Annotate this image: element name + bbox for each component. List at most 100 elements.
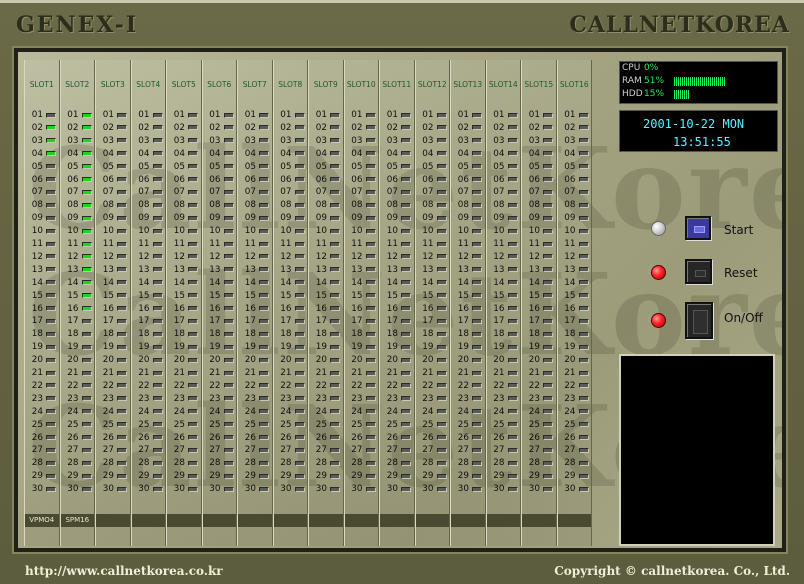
- port-number: 11: [422, 239, 434, 249]
- port-number: 23: [351, 393, 363, 404]
- port-led: [472, 138, 482, 144]
- port-row: 13: [206, 264, 234, 276]
- port-row: 13: [454, 264, 482, 276]
- port-number: 12: [315, 251, 327, 262]
- port-led: [152, 318, 163, 324]
- port-led: [46, 396, 56, 402]
- port-led: [472, 422, 482, 428]
- port-led: [46, 473, 56, 479]
- port-row: 11: [525, 238, 553, 250]
- port-row: 26: [419, 432, 447, 444]
- port-number: 08: [31, 200, 43, 211]
- port-number: 24: [422, 406, 434, 417]
- port-number: 19: [315, 342, 327, 353]
- port-number: 29: [457, 471, 469, 482]
- port-led: [507, 189, 518, 195]
- port-row: 14: [383, 277, 411, 289]
- port-number: 09: [280, 213, 292, 224]
- port-led: [543, 486, 553, 492]
- port-number: 23: [315, 393, 327, 404]
- port-number: 05: [493, 161, 505, 172]
- port-led: [472, 112, 482, 118]
- port-row: 03: [312, 135, 340, 147]
- port-row: 15: [490, 290, 518, 302]
- port-row: 20: [383, 354, 411, 366]
- port-number: 09: [528, 213, 540, 224]
- slot-column: SLOT15 01 02 03 04 05 06 07 08 09 10 11 12 13 14 15 16 17…: [521, 60, 557, 546]
- port-led: [330, 189, 340, 195]
- power-switch[interactable]: [685, 302, 713, 339]
- port-row: 12: [277, 251, 305, 263]
- port-number: 17: [280, 316, 292, 327]
- port-row: 21: [312, 367, 340, 379]
- port-number: 20: [244, 355, 256, 366]
- reset-button[interactable]: [685, 259, 712, 284]
- port-row: 01: [454, 109, 482, 121]
- port-led: [223, 318, 234, 324]
- port-number: 15: [173, 290, 185, 301]
- port-row: 21: [135, 367, 163, 379]
- port-led: [436, 318, 447, 324]
- port-row: 20: [28, 354, 56, 366]
- start-button[interactable]: [685, 216, 711, 240]
- port-number: 26: [528, 432, 540, 443]
- port-number: 10: [493, 226, 505, 237]
- port-number: 02: [351, 122, 363, 133]
- port-number: 09: [209, 213, 221, 224]
- port-row: 04: [454, 148, 482, 160]
- slot-column: SLOT1 01 02 03 04 05 06 07 08 09 10 11 12 13 14 15 16 17 1…: [24, 60, 60, 546]
- port-number: 19: [422, 342, 434, 353]
- port-number: 10: [351, 226, 363, 237]
- port-row: 01: [241, 109, 269, 121]
- port-led: [223, 422, 234, 428]
- port-number: 15: [102, 290, 114, 301]
- port-row: 02: [206, 122, 234, 134]
- port-number: 14: [244, 277, 256, 288]
- port-row: 05: [561, 161, 589, 173]
- port-led: [223, 138, 234, 144]
- port-number: 26: [457, 432, 469, 443]
- slot-column: SLOT8 01 02 03 04 05 06 07 08 09 10 11 12 13 14 15 16 17 1…: [272, 60, 308, 546]
- port-led: [578, 138, 589, 144]
- port-led: [81, 254, 92, 260]
- port-number: 13: [280, 264, 292, 275]
- port-row: 27: [348, 444, 376, 456]
- port-row: 06: [170, 174, 198, 186]
- port-number: 05: [209, 161, 221, 172]
- port-led: [472, 202, 482, 208]
- port-number: 03: [315, 135, 327, 146]
- port-led: [365, 473, 376, 479]
- port-led: [578, 357, 589, 363]
- port-number: 27: [244, 445, 256, 456]
- port-led: [188, 409, 198, 415]
- date-text: 2001-10-22 MON: [643, 117, 745, 131]
- port-led: [507, 112, 518, 118]
- port-led: [294, 383, 305, 389]
- port-number: 09: [31, 213, 43, 224]
- port-row: 08: [99, 199, 127, 211]
- slot-card-label: [131, 514, 165, 527]
- port-row: 18: [99, 328, 127, 340]
- port-number: 17: [244, 316, 256, 327]
- port-number: 21: [528, 368, 540, 378]
- port-number: 30: [351, 484, 363, 495]
- port-number: 07: [528, 187, 540, 198]
- port-row: 14: [99, 277, 127, 289]
- port-led: [259, 177, 269, 182]
- port-number: 08: [564, 200, 576, 211]
- port-led: [259, 422, 269, 428]
- port-row: 08: [241, 199, 269, 211]
- port-number: 23: [244, 393, 256, 404]
- port-row: 22: [135, 380, 163, 392]
- slot-title: SLOT12: [417, 80, 447, 89]
- port-led: [507, 177, 518, 182]
- port-led: [507, 306, 518, 311]
- port-led: [507, 473, 518, 479]
- website-link[interactable]: http://www.callnetkorea.co.kr: [25, 564, 223, 578]
- port-number: 17: [31, 316, 43, 327]
- port-row: 12: [241, 251, 269, 263]
- port-row: 14: [348, 277, 376, 289]
- port-number: 14: [457, 277, 469, 288]
- port-number: 20: [457, 355, 469, 366]
- port-number: 29: [315, 471, 327, 482]
